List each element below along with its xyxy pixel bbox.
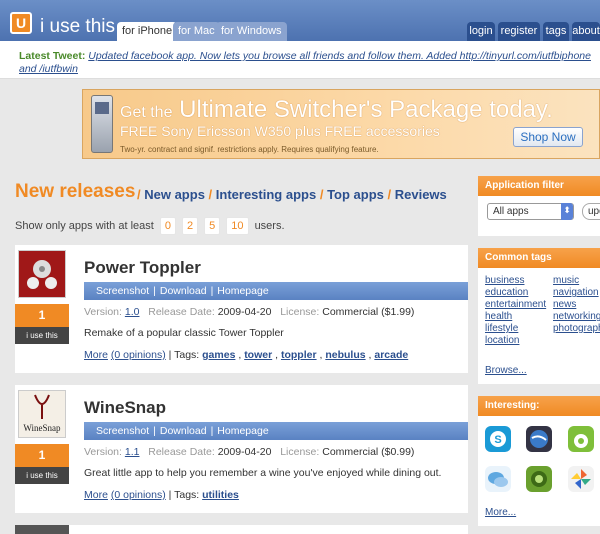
- app-card-power-toppler: 1 i use this Power Toppler Screenshot | Do…: [15, 245, 468, 373]
- app-description: Remake of a popular classic Tower Topple…: [84, 327, 284, 339]
- phone-icon: [91, 95, 113, 153]
- evernote-app-icon[interactable]: [568, 426, 594, 452]
- banner-headline: Get the Ultimate Switcher's Package toda…: [120, 96, 553, 123]
- app-meta: Version: 1.1 Release Date: 2009-04-20 Li…: [84, 446, 415, 458]
- green-app-icon[interactable]: [526, 466, 552, 492]
- app-title[interactable]: WineSnap: [84, 398, 166, 418]
- login-link[interactable]: login: [467, 22, 495, 41]
- latest-tweet: Latest Tweet: Updated facebook app. Now …: [19, 50, 600, 76]
- tag-navigation[interactable]: navigation: [553, 287, 600, 299]
- tags-link[interactable]: tags: [543, 22, 569, 41]
- download-link[interactable]: Download: [156, 425, 211, 437]
- app-meta: Version: 1.0 Release Date: 2009-04-20 Li…: [84, 306, 415, 318]
- version-link[interactable]: 1.0: [125, 306, 140, 318]
- skype-app-icon[interactable]: S: [485, 426, 511, 452]
- opinions-link[interactable]: (0 opinions): [111, 489, 166, 501]
- nav-top-apps[interactable]: Top apps: [327, 187, 384, 202]
- tag-link[interactable]: games: [202, 349, 235, 361]
- filter-option-5[interactable]: 5: [204, 217, 221, 235]
- opinions-link[interactable]: (0 opinions): [111, 349, 166, 361]
- register-link[interactable]: register: [498, 22, 540, 41]
- app-description: Great little app to help you remember a …: [84, 467, 442, 479]
- tag-music[interactable]: music: [553, 275, 600, 287]
- app-thumbnail[interactable]: WineSnap: [18, 390, 66, 438]
- tweet-text[interactable]: Updated facebook app. Now lets you brows…: [19, 50, 591, 75]
- tag-lifestyle[interactable]: lifestyle: [485, 323, 546, 335]
- svg-text:S: S: [494, 434, 501, 446]
- app-title[interactable]: Power Toppler: [84, 258, 201, 278]
- tag-education[interactable]: education: [485, 287, 546, 299]
- tags-column-2: music navigation news networking photogr…: [553, 275, 600, 335]
- interesting-box: Interesting: S More...: [478, 396, 600, 526]
- version-link[interactable]: 1.1: [125, 446, 140, 458]
- interesting-title: Interesting:: [478, 396, 600, 416]
- app-tags: More (0 opinions) | Tags: games , tower …: [84, 349, 409, 361]
- filter-option-10[interactable]: 10: [226, 217, 249, 235]
- tag-location[interactable]: location: [485, 335, 546, 347]
- banner-subheadline: FREE Sony Ericsson W350 plus FREE access…: [120, 123, 440, 139]
- application-filter-box: Application filter All apps upd: [478, 176, 600, 236]
- shop-now-button[interactable]: Shop Now: [513, 127, 583, 147]
- pinwheel-app-icon[interactable]: [568, 466, 594, 492]
- tab-windows[interactable]: for Windows: [216, 22, 287, 41]
- screenshot-link[interactable]: Screenshot: [84, 425, 153, 437]
- top-header: U i use this for iPhone for Mac for Wind…: [0, 0, 600, 41]
- tag-business[interactable]: business: [485, 275, 546, 287]
- tag-link[interactable]: toppler: [281, 349, 317, 361]
- user-count: 1: [15, 304, 69, 327]
- tab-iphone[interactable]: for iPhone: [117, 22, 178, 41]
- tag-link[interactable]: utilities: [202, 489, 239, 501]
- about-link[interactable]: about: [572, 22, 600, 41]
- site-name[interactable]: i use this: [40, 16, 115, 38]
- application-filter-title: Application filter: [478, 176, 600, 196]
- page-title: New releases: [15, 181, 136, 202]
- tag-entertainment[interactable]: entertainment: [485, 299, 546, 311]
- user-count: 1: [15, 444, 69, 467]
- tweet-label: Latest Tweet:: [19, 50, 86, 62]
- i-use-this-button[interactable]: i use this: [15, 327, 69, 344]
- app-links: Screenshot | Download | Homepage: [84, 282, 468, 300]
- homepage-link[interactable]: Homepage: [213, 425, 272, 437]
- tag-photography[interactable]: photography: [553, 323, 600, 335]
- nav-interesting-apps[interactable]: Interesting apps: [216, 187, 316, 202]
- filter-option-0[interactable]: 0: [159, 217, 176, 235]
- screenshot-link[interactable]: Screenshot: [84, 285, 153, 297]
- tag-link[interactable]: arcade: [374, 349, 408, 361]
- more-link[interactable]: More: [84, 349, 108, 361]
- tag-link[interactable]: tower: [244, 349, 272, 361]
- common-tags-title: Common tags: [478, 248, 600, 268]
- google-earth-app-icon[interactable]: [526, 426, 552, 452]
- more-link[interactable]: More: [84, 489, 108, 501]
- tag-link[interactable]: nebulus: [325, 349, 365, 361]
- tags-column-1: business education entertainment health …: [485, 275, 546, 347]
- tag-news[interactable]: news: [553, 299, 600, 311]
- app-card-partial: [15, 525, 468, 534]
- i-use-this-button[interactable]: i use this: [15, 467, 69, 484]
- update-button[interactable]: upd: [582, 203, 600, 220]
- release-nav: / New apps / Interesting apps / Top apps…: [137, 187, 447, 202]
- logo-icon[interactable]: U: [10, 12, 32, 34]
- homepage-link[interactable]: Homepage: [213, 285, 272, 297]
- filter-option-2[interactable]: 2: [182, 217, 199, 235]
- download-link[interactable]: Download: [156, 285, 211, 297]
- nav-new-apps[interactable]: New apps: [144, 187, 205, 202]
- app-thumbnail[interactable]: [18, 250, 66, 298]
- app-tags: More (0 opinions) | Tags: utilities: [84, 489, 239, 501]
- tab-mac[interactable]: for Mac: [173, 22, 220, 41]
- ad-banner[interactable]: Get the Ultimate Switcher's Package toda…: [82, 89, 600, 159]
- nav-reviews[interactable]: Reviews: [395, 187, 447, 202]
- user-filter: Show only apps with at least 0 2 5 10 users…: [15, 217, 285, 235]
- more-interesting-link[interactable]: More...: [485, 507, 516, 518]
- tag-networking[interactable]: networking: [553, 311, 600, 323]
- tag-health[interactable]: health: [485, 311, 546, 323]
- app-filter-select[interactable]: All apps: [487, 203, 574, 220]
- chat-app-icon[interactable]: [485, 466, 511, 492]
- browse-tags-link[interactable]: Browse...: [485, 365, 527, 376]
- banner-fineprint: Two-yr. contract and signif. restriction…: [120, 145, 379, 154]
- app-card-winesnap: WineSnap 1 i use this WineSnap Screensho…: [15, 385, 468, 513]
- common-tags-box: Common tags business education entertain…: [478, 248, 600, 384]
- app-links: Screenshot | Download | Homepage: [84, 422, 468, 440]
